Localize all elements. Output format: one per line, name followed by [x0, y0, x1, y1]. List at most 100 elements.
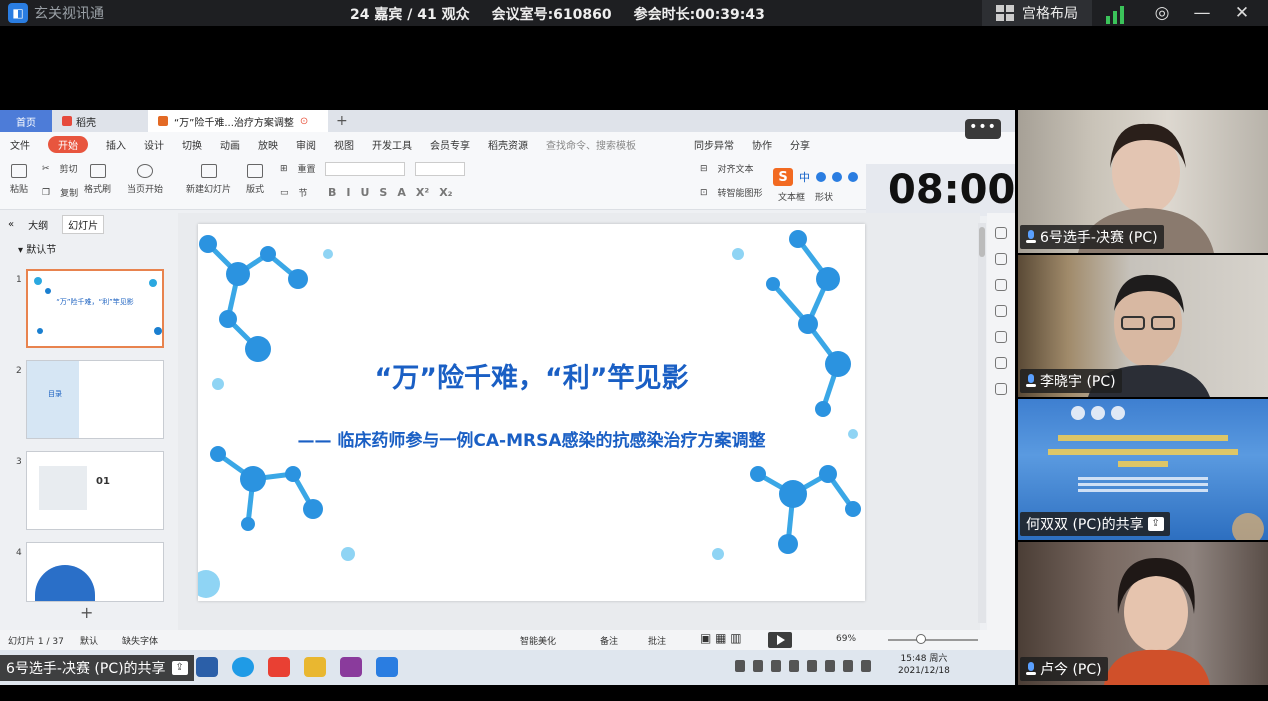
smart-graphic-button[interactable]: ⊡ 转智能图形 — [700, 186, 763, 200]
menu-animation[interactable]: 动画 — [220, 137, 240, 152]
menu-slideshow[interactable]: 放映 — [258, 137, 278, 152]
play-slideshow-button[interactable] — [768, 632, 792, 648]
text-box-button[interactable]: 文本框 — [778, 190, 805, 203]
meeting-app-icon[interactable] — [376, 657, 398, 677]
sogou-icon[interactable]: S — [773, 168, 793, 186]
font-family-select[interactable] — [325, 162, 405, 176]
tray-icon[interactable] — [843, 660, 853, 672]
menu-sync[interactable]: 同步异常 — [694, 137, 734, 152]
missing-font-button[interactable]: 缺失字体 — [122, 634, 158, 647]
side-tool-icon[interactable] — [995, 253, 1007, 265]
tab-document[interactable]: “万”险千难...治疗方案调整 ⊙ — [148, 110, 328, 132]
thumbnail-slide-2[interactable]: 目录 — [26, 360, 164, 439]
taskbar-clock[interactable]: 15:48 周六 2021/12/18 — [898, 653, 950, 677]
menu-transition[interactable]: 切换 — [182, 137, 202, 152]
tab-slides[interactable]: 幻灯片 — [62, 214, 105, 234]
explorer-icon[interactable] — [196, 657, 218, 677]
align-text-button[interactable]: ⊟ 对齐文本 — [700, 162, 754, 176]
collapse-pane-icon[interactable]: « — [8, 219, 14, 230]
more-options-button[interactable]: ••• — [965, 119, 1001, 139]
reset-button[interactable]: ⊞ 重置 — [280, 162, 316, 176]
layout-button[interactable]: 版式 — [246, 164, 264, 195]
share-icon[interactable]: ⇪ — [171, 661, 188, 675]
tab-home[interactable]: 首页 — [0, 110, 52, 132]
side-tool-icon[interactable] — [995, 383, 1007, 395]
menu-collab[interactable]: 协作 — [752, 137, 772, 152]
scrollbar-thumb[interactable] — [979, 227, 985, 257]
side-tool-icon[interactable] — [995, 357, 1007, 369]
menu-review[interactable]: 审阅 — [296, 137, 316, 152]
thumbnail-slide-3[interactable]: 01 — [26, 451, 164, 530]
tab-docer[interactable]: 稻壳 — [52, 110, 148, 132]
share-icon[interactable]: ⇪ — [1147, 517, 1164, 531]
menu-design[interactable]: 设计 — [144, 137, 164, 152]
new-tab-icon[interactable]: + — [328, 110, 356, 132]
tray-icon[interactable] — [771, 660, 781, 672]
tray-icon[interactable] — [861, 660, 871, 672]
menu-start[interactable]: 开始 — [48, 135, 88, 153]
new-slide-button[interactable]: 新建幻灯片 — [186, 164, 231, 195]
tray-icon[interactable] — [789, 660, 799, 672]
current-slide[interactable]: “万”险千难，“利”竿见影 —— 临床药师参与一例CA-MRSA感染的抗感染治疗… — [198, 224, 865, 601]
minimize-icon[interactable]: — — [1188, 3, 1216, 23]
from-current-button[interactable]: 当页开始 — [127, 164, 163, 195]
slide-title[interactable]: “万”险千难，“利”竿见影 — [198, 356, 865, 395]
slide-canvas: “万”险千难，“利”竿见影 —— 临床药师参与一例CA-MRSA感染的抗感染治疗… — [178, 213, 980, 633]
participant-video-1[interactable]: 6号选手-决赛 (PC) — [1018, 110, 1268, 253]
comments-button[interactable]: 批注 — [648, 634, 666, 647]
settings-icon[interactable]: ◎ — [1148, 3, 1176, 23]
ime-dot-icon[interactable] — [816, 172, 826, 182]
menu-docer-res[interactable]: 稻壳资源 — [488, 137, 528, 152]
ime-mic-icon[interactable] — [832, 172, 842, 182]
participant-video-4[interactable]: 卢今 (PC) — [1018, 542, 1268, 685]
thumbnail-slide-1[interactable]: “万”险千难，“利”竿见影 — [26, 269, 164, 348]
side-tool-icon[interactable] — [995, 305, 1007, 317]
zoom-slider-knob[interactable] — [916, 634, 926, 644]
grid-layout-button[interactable]: 宫格布局 — [982, 0, 1092, 26]
zoom-slider-track[interactable] — [888, 639, 978, 641]
shape-button[interactable]: 形状 — [815, 190, 833, 203]
thumbnail-slide-4[interactable] — [26, 542, 164, 602]
tab-close-icon[interactable]: ⊙ — [300, 116, 308, 127]
signal-icon[interactable] — [1106, 2, 1130, 24]
tray-icon[interactable] — [735, 660, 745, 672]
side-tool-icon[interactable] — [995, 331, 1007, 343]
ime-mode-icon[interactable]: 中 — [799, 169, 810, 185]
menu-search[interactable]: 查找命令、搜索模板 — [546, 137, 636, 152]
menu-file[interactable]: 文件 — [10, 137, 30, 152]
side-tool-icon[interactable] — [995, 279, 1007, 291]
format-painter-button[interactable]: 格式刷 — [84, 164, 111, 195]
close-icon[interactable]: ✕ — [1228, 3, 1256, 23]
side-tool-icon[interactable] — [995, 227, 1007, 239]
edge-icon[interactable] — [232, 657, 254, 677]
wps-icon[interactable] — [268, 657, 290, 677]
participant-video-3[interactable]: 何双双 (PC)的共享 ⇪ — [1018, 399, 1268, 540]
menu-view[interactable]: 视图 — [334, 137, 354, 152]
paste-button[interactable]: 粘贴 — [10, 164, 28, 195]
notes-button[interactable]: 备注 — [600, 634, 618, 647]
tray-icon[interactable] — [825, 660, 835, 672]
cut-button[interactable]: ✂ 剪切 — [42, 162, 78, 176]
view-mode-icons[interactable]: ▣ ▦ ▥ — [700, 631, 742, 645]
tray-icon[interactable] — [753, 660, 763, 672]
ime-skin-icon[interactable] — [848, 172, 858, 182]
canvas-scrollbar[interactable] — [978, 223, 986, 623]
section-default-label[interactable]: ▾ 默认节 — [0, 241, 175, 256]
copy-button[interactable]: ❐ 复制 — [42, 186, 78, 200]
slide-subtitle[interactable]: —— 临床药师参与一例CA-MRSA感染的抗感染治疗方案调整 — [198, 426, 865, 451]
section-button[interactable]: ▭ 节 — [280, 186, 308, 200]
tray-icon[interactable] — [807, 660, 817, 672]
menu-member[interactable]: 会员专享 — [430, 137, 470, 152]
menu-devtools[interactable]: 开发工具 — [372, 137, 412, 152]
font-style-buttons[interactable]: B I U S A X² X₂ — [328, 186, 453, 199]
app-icon[interactable] — [340, 657, 362, 677]
zoom-level[interactable]: 69% — [836, 634, 856, 644]
add-slide-icon[interactable]: + — [80, 603, 93, 622]
menu-insert[interactable]: 插入 — [106, 137, 126, 152]
participant-video-2[interactable]: 李晓宇 (PC) — [1018, 255, 1268, 397]
tab-outline[interactable]: 大纲 — [28, 217, 48, 232]
menu-share[interactable]: 分享 — [790, 137, 810, 152]
font-size-select[interactable] — [415, 162, 465, 176]
folder-icon[interactable] — [304, 657, 326, 677]
beautify-button[interactable]: 智能美化 — [520, 634, 556, 647]
